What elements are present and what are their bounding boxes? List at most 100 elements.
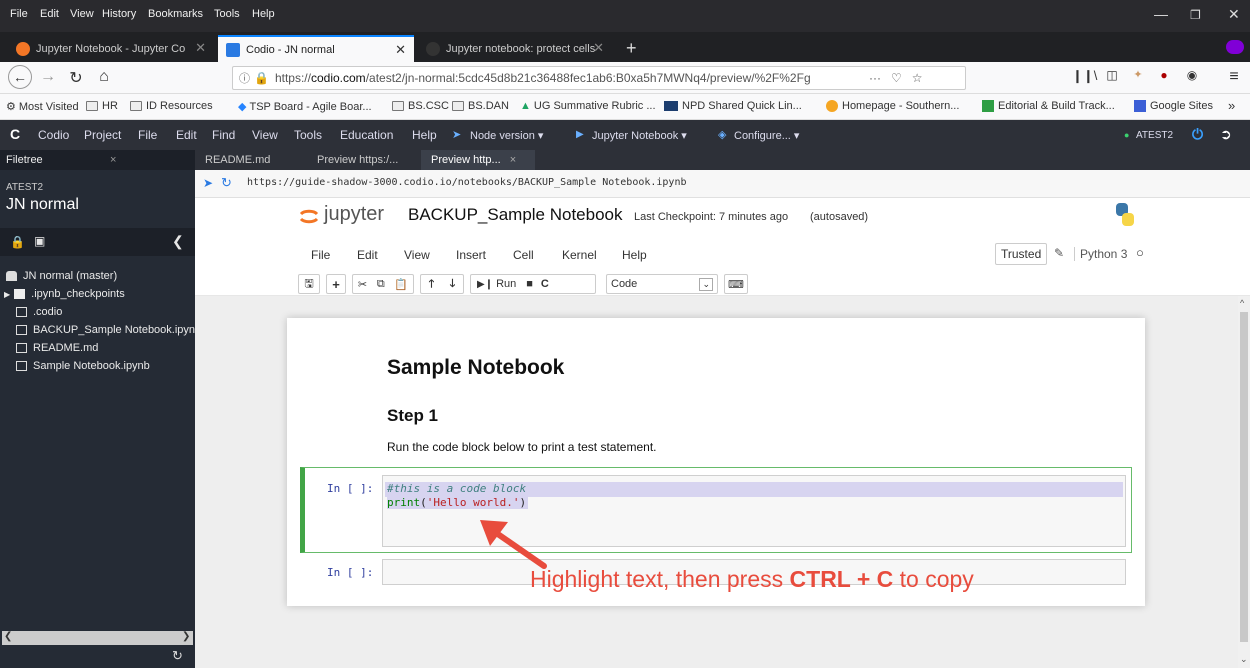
lock-icon[interactable]: 🔒 — [254, 71, 269, 85]
close-tab-icon[interactable]: ✕ — [395, 42, 406, 58]
sync-icon[interactable]: ↻ — [172, 648, 183, 664]
tree-root[interactable]: JN normal (master) — [6, 270, 186, 282]
jupyter-menu-cell[interactable]: Cell — [513, 248, 534, 262]
bookmark-star-icon[interactable]: ☆ — [912, 71, 923, 85]
share-icon[interactable]: ❮ — [172, 233, 184, 250]
bookmark-tsp-board[interactable]: ◆ TSP Board - Agile Boar... — [238, 100, 372, 114]
menu-file[interactable]: File — [10, 8, 28, 20]
account-icon[interactable]: ◉ — [1180, 68, 1204, 82]
tree-file-backup-notebook[interactable]: BACKUP_Sample Notebook.ipynb — [16, 324, 196, 336]
bookmark-google-sites[interactable]: Google Sites — [1134, 100, 1213, 112]
bookmark-ug-summative[interactable]: ▲ UG Summative Rubric ... — [520, 100, 656, 112]
url-bar[interactable]: ⓘ 🔒 https://codio.com/atest2/jn-normal:5… — [232, 66, 966, 90]
codio-menu-view[interactable]: View — [252, 128, 278, 142]
back-icon[interactable]: ← — [8, 65, 32, 89]
copy-icon[interactable]: ⧉ — [377, 278, 385, 291]
lock-icon[interactable]: 🔒 — [10, 235, 25, 249]
codio-menu-project[interactable]: Project — [84, 128, 121, 142]
bookmark-most-visited[interactable]: ⚙ Most Visited — [6, 100, 79, 114]
cut-icon[interactable]: ✂ — [358, 278, 367, 291]
power-icon[interactable]: ⏻ — [1192, 126, 1203, 143]
refresh-icon[interactable]: ↻ — [221, 175, 232, 191]
codio-logo-icon[interactable]: C — [10, 126, 20, 142]
node-version-menu[interactable]: Node version ▾ — [470, 129, 543, 142]
command-palette-button[interactable]: ⌨ — [724, 274, 748, 294]
menu-edit[interactable]: Edit — [40, 8, 59, 20]
codio-menu-edit[interactable]: Edit — [176, 128, 197, 142]
bookmark-bs-dan[interactable]: BS.DAN — [452, 100, 509, 112]
navigate-icon[interactable]: ➤ — [203, 176, 213, 190]
reload-icon[interactable]: ↻ — [64, 68, 88, 88]
codio-menu-find[interactable]: Find — [212, 128, 235, 142]
scroll-left-icon[interactable]: ❮ — [4, 631, 12, 642]
kernel-name[interactable]: Python 3 — [1074, 247, 1127, 261]
menu-history[interactable]: History — [102, 8, 136, 20]
sidebar-hscrollbar[interactable]: ❮ ❯ — [2, 631, 193, 645]
close-panel-icon[interactable]: × — [110, 154, 116, 166]
jupyter-menu-help[interactable]: Help — [622, 248, 647, 262]
menu-bookmarks[interactable]: Bookmarks — [148, 8, 203, 20]
sidebar-toggle-icon[interactable]: ◫ — [1100, 68, 1124, 82]
bookmark-id-resources[interactable]: ID Resources — [130, 100, 213, 112]
page-actions-icon[interactable]: ··· — [869, 71, 881, 85]
bookmark-hr[interactable]: HR — [86, 100, 118, 112]
extension-icon[interactable]: ✦ — [1126, 68, 1150, 81]
jupyter-menu-edit[interactable]: Edit — [357, 248, 378, 262]
jupyter-menu-view[interactable]: View — [404, 248, 430, 262]
editor-tab-preview-1[interactable]: Preview https:/... — [307, 150, 408, 170]
close-tab-icon[interactable]: × — [510, 154, 516, 166]
jupyter-menu-insert[interactable]: Insert — [456, 248, 486, 262]
save-button[interactable]: 🖫 — [298, 274, 320, 294]
codio-menu-education[interactable]: Education — [340, 128, 393, 142]
url-text[interactable]: https://codio.com/atest2/jn-normal:5cdc4… — [275, 71, 855, 85]
bookmark-npd-shared[interactable]: NPD Shared Quick Lin... — [664, 100, 802, 112]
cell-type-select[interactable]: Code ⌄ — [606, 274, 718, 294]
codio-menu-tools[interactable]: Tools — [294, 128, 322, 142]
close-tab-icon[interactable]: ✕ — [195, 40, 206, 56]
minimize-icon[interactable]: — — [1154, 6, 1168, 22]
tab-codio[interactable]: Codio - JN normal ✕ — [218, 35, 414, 62]
scroll-up-icon[interactable]: ^ — [1240, 298, 1244, 308]
step-forward-icon[interactable]: ▶❙ — [477, 279, 493, 290]
restart-icon[interactable]: C — [541, 278, 549, 290]
tree-file-sample-notebook[interactable]: Sample Notebook.ipynb — [16, 360, 196, 372]
preview-icon[interactable]: ▣ — [34, 234, 45, 248]
ublock-icon[interactable]: ● — [1152, 68, 1176, 82]
trusted-indicator[interactable]: Trusted — [995, 243, 1048, 265]
stop-icon[interactable]: ■ — [526, 278, 533, 290]
codio-menu-codio[interactable]: Codio — [38, 128, 69, 142]
tab-jupyter-notebook[interactable]: Jupyter Notebook - Jupyter Co ✕ — [8, 35, 214, 62]
jupyter-menu-kernel[interactable]: Kernel — [562, 248, 597, 262]
forward-icon[interactable]: → — [36, 68, 60, 86]
tree-file-codio[interactable]: .codio — [16, 306, 196, 318]
tab-github[interactable]: Jupyter notebook: protect cells ✕ — [418, 35, 612, 62]
pencil-icon[interactable]: ✎ — [1054, 246, 1064, 260]
home-icon[interactable]: ⌂ — [92, 68, 116, 86]
editor-tab-readme[interactable]: README.md — [195, 150, 280, 170]
restore-icon[interactable]: ❐ — [1190, 8, 1201, 22]
configure-menu[interactable]: Configure... ▾ — [734, 129, 799, 142]
bookmark-editorial-build[interactable]: Editorial & Build Track... — [982, 100, 1115, 112]
tree-folder-checkpoints[interactable]: ▶ .ipynb_checkpoints — [4, 288, 184, 300]
scroll-thumb[interactable] — [1240, 312, 1248, 642]
arrow-up-icon[interactable]: 🡑 — [429, 275, 435, 294]
hamburger-menu-icon[interactable]: ≡ — [1222, 68, 1246, 86]
logout-icon[interactable]: ➲ — [1220, 126, 1232, 143]
menu-view[interactable]: View — [70, 8, 94, 20]
insert-cell-button[interactable]: + — [326, 274, 346, 294]
info-icon[interactable]: ⓘ — [239, 70, 250, 86]
tree-file-readme[interactable]: README.md — [16, 342, 196, 354]
notebook-scrollbar[interactable]: ^ ⌄ — [1238, 296, 1250, 668]
arrow-down-icon[interactable]: 🡓 — [450, 275, 456, 294]
scroll-down-icon[interactable]: ⌄ — [1240, 654, 1248, 665]
scroll-right-icon[interactable]: ❯ — [182, 631, 190, 642]
notebook-name[interactable]: BACKUP_Sample Notebook — [408, 205, 623, 225]
editor-tab-preview-2[interactable]: Preview http... × — [421, 150, 535, 170]
jupyter-menu-file[interactable]: File — [311, 248, 330, 262]
run-label[interactable]: Run — [496, 278, 516, 290]
bookmark-homepage-southern[interactable]: Homepage - Southern... — [826, 100, 959, 112]
filetree-tab[interactable]: Filetree × — [0, 150, 195, 170]
preview-url[interactable]: https://guide-shadow-3000.codio.io/noteb… — [247, 177, 687, 188]
pocket-icon[interactable]: ♡ — [891, 71, 902, 85]
paste-icon[interactable]: 📋 — [394, 278, 408, 291]
